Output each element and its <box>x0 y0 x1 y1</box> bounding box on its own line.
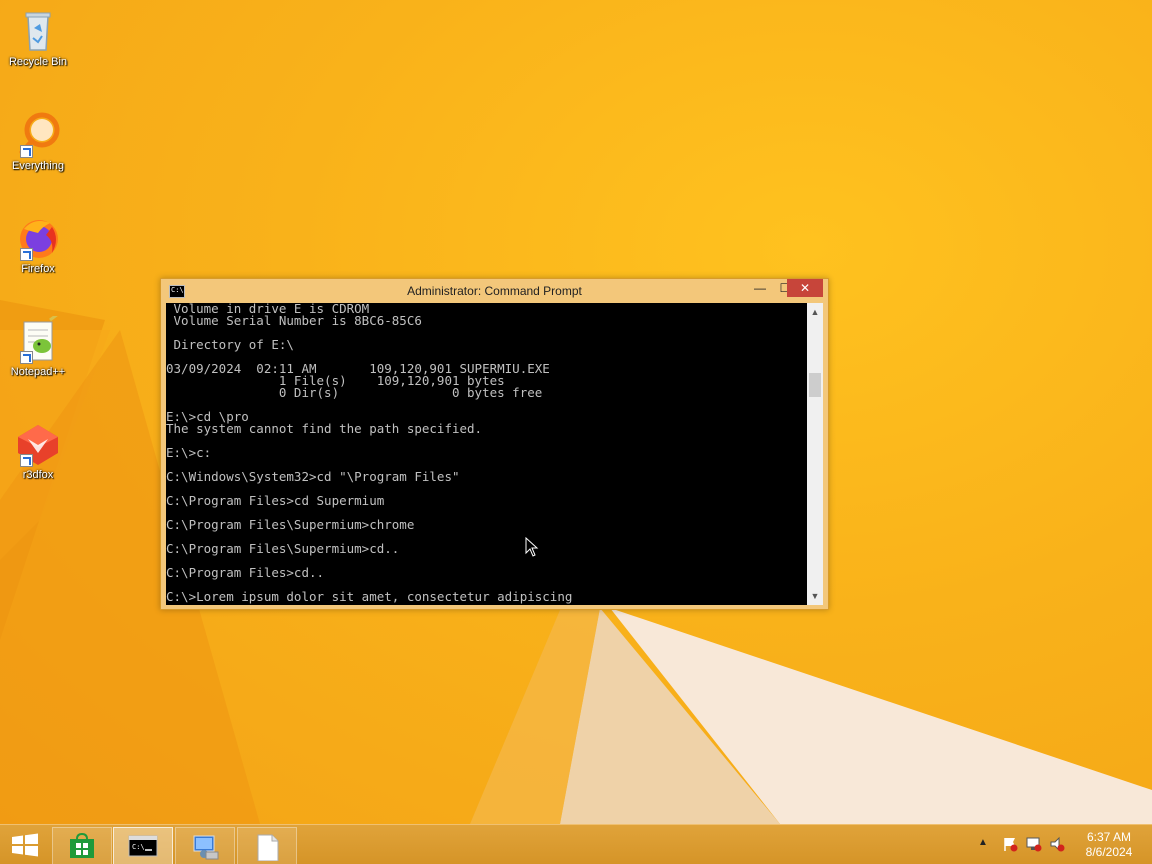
console-line: E:\>c: <box>166 445 212 460</box>
volume-muted-icon[interactable] <box>1049 836 1065 852</box>
recycle-bin-icon <box>14 6 62 54</box>
show-hidden-icons-button[interactable]: ▲ <box>978 837 988 848</box>
everything-search-icon <box>14 110 62 158</box>
blank-file-icon <box>257 834 279 861</box>
console-line: Volume Serial Number is 8BC6-85C6 <box>166 313 422 328</box>
shortcut-arrow-icon <box>20 145 33 158</box>
taskbar-item-network[interactable] <box>175 827 235 864</box>
minimize-button[interactable]: — <box>747 279 773 297</box>
clock-date: 8/6/2024 <box>1085 845 1133 859</box>
taskbar-item-file[interactable] <box>237 827 297 864</box>
desktop-icon-firefox[interactable]: Firefox <box>0 213 76 275</box>
svg-text:C:\: C:\ <box>132 843 145 851</box>
desktop-icon-notepad-plus-plus[interactable]: Notepad++ <box>0 312 76 378</box>
console-line: C:\>Lorem ipsum dolor sit amet, consecte… <box>166 589 573 604</box>
command-prompt-icon: C:\ <box>128 835 158 857</box>
scroll-up-arrow-icon[interactable]: ▲ <box>807 305 823 319</box>
desktop-icon-label: Recycle Bin <box>8 56 68 68</box>
store-icon <box>70 833 94 858</box>
close-button[interactable]: ✕ <box>787 279 823 297</box>
notepad-plus-plus-icon <box>14 312 62 364</box>
taskbar-item-command-prompt[interactable]: C:\ <box>113 827 173 864</box>
console-line: C:\Windows\System32>cd "\Program Files" <box>166 469 460 484</box>
desktop-icon-label: r3dfox <box>22 469 54 481</box>
desktop-icon-label: Firefox <box>21 263 55 275</box>
console-output[interactable]: Volume in drive E is CDROM Volume Serial… <box>166 303 807 605</box>
shortcut-arrow-icon <box>20 248 33 261</box>
window-titlebar[interactable]: C:\ Administrator: Command Prompt — ☐ ✕ <box>161 279 828 303</box>
console-line: Directory of E:\ <box>166 337 294 352</box>
network-computer-icon <box>193 835 219 860</box>
console-line: The system cannot find the path specifie… <box>166 421 483 436</box>
firefox-icon <box>14 213 62 261</box>
taskbar: C:\ ▲ 6:37 AM 8/6/2024 <box>0 824 1152 864</box>
console-line: C:\Program Files\Supermium>cd.. <box>166 541 400 556</box>
network-disconnected-icon[interactable] <box>1026 836 1042 852</box>
desktop-icon-everything[interactable]: Everything <box>0 110 76 172</box>
scroll-down-arrow-icon[interactable]: ▼ <box>807 589 823 603</box>
desktop-icon-r3dfox[interactable]: r3dfox <box>0 419 76 481</box>
taskbar-item-store[interactable] <box>52 827 112 864</box>
desktop: Recycle Bin Everything Firefox Notepad++… <box>0 0 1152 824</box>
system-clock[interactable]: 6:37 AM 8/6/2024 <box>1078 830 1140 860</box>
windows-start-icon[interactable] <box>8 831 42 859</box>
shortcut-arrow-icon <box>20 351 33 364</box>
console-line: C:\Program Files>cd.. <box>166 565 325 580</box>
console-line: C:\Program Files>cd Supermium <box>166 493 385 508</box>
window-title: Administrator: Command Prompt <box>407 284 582 298</box>
console-text: Volume in drive E is CDROM Volume Serial… <box>166 303 807 603</box>
console-line: 0 Dir(s) 0 bytes free <box>166 385 543 400</box>
desktop-icon-recycle-bin[interactable]: Recycle Bin <box>0 6 76 68</box>
desktop-icon-label: Notepad++ <box>10 366 66 378</box>
r3dfox-icon <box>14 419 62 467</box>
action-center-flag-icon[interactable] <box>1002 836 1018 852</box>
command-prompt-window[interactable]: C:\ Administrator: Command Prompt — ☐ ✕ … <box>160 278 829 610</box>
vertical-scrollbar[interactable]: ▲ ▼ <box>807 303 823 605</box>
shortcut-arrow-icon <box>20 454 33 467</box>
scrollbar-thumb[interactable] <box>809 373 821 397</box>
console-line: C:\Program Files\Supermium>chrome <box>166 517 415 532</box>
desktop-icon-label: Everything <box>12 160 64 172</box>
mouse-cursor-icon <box>525 537 539 557</box>
clock-time: 6:37 AM <box>1086 830 1132 844</box>
